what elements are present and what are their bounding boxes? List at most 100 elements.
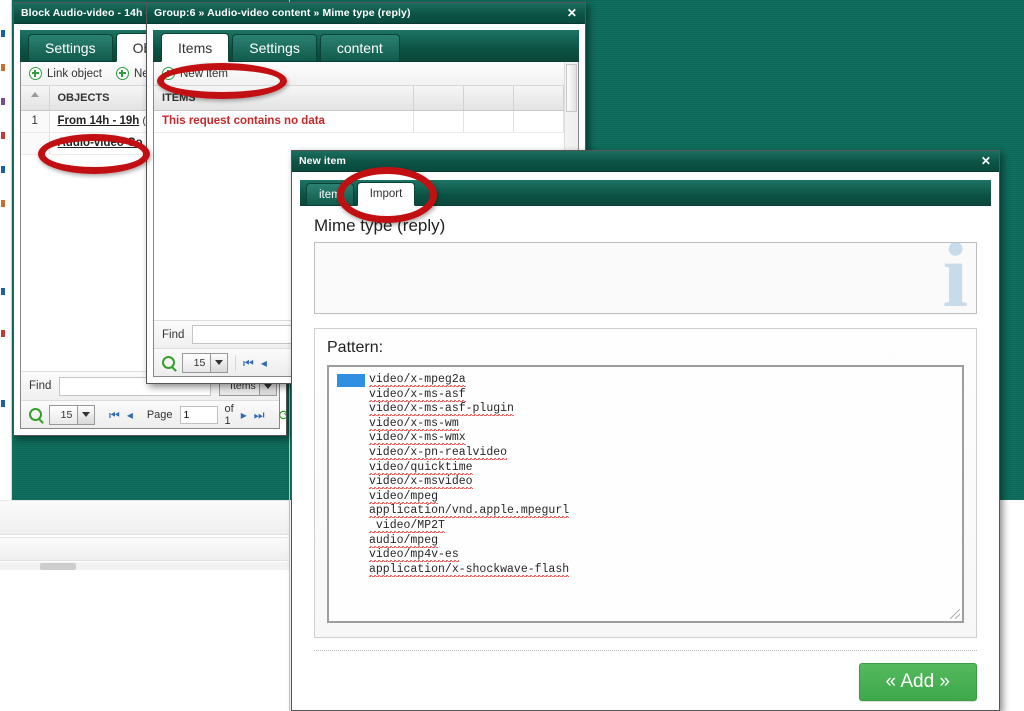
object-link-from-14h-19h[interactable]: From 14h - 19h — [58, 115, 140, 127]
pattern-label: Pattern: — [327, 339, 384, 356]
link-object-label: Link object — [47, 67, 102, 80]
table-row: This request contains no data — [154, 110, 564, 133]
window-group-titlebar[interactable]: Group:6 » Audio-video content » Mime typ… — [147, 3, 585, 24]
last-page-icon[interactable]: ⏭ — [254, 409, 265, 421]
pattern-line-text: video/x-ms-asf — [369, 387, 466, 402]
pattern-line: video/x-ms-wm — [369, 416, 962, 432]
items-grid-empty-cell: This request contains no data — [154, 110, 414, 133]
items-grid: ITEMS This request contains no data — [154, 86, 564, 133]
objects-row-number — [21, 132, 50, 155]
items-grid-col-items[interactable]: ITEMS — [154, 86, 414, 111]
tab-settings[interactable]: Settings — [28, 34, 113, 61]
left-rail-tick-6 — [1, 200, 5, 207]
window-new-item-tabstrip: item Import — [300, 180, 991, 206]
pattern-line: application/x-shockwave-flash — [369, 562, 962, 578]
pattern-line-text: video/mpeg — [369, 489, 439, 504]
tab-item-label: item — [319, 188, 341, 201]
items-grid-header-row: ITEMS — [154, 86, 564, 111]
page-size-select[interactable]: 15 — [49, 404, 95, 425]
first-page-icon[interactable]: ⏮ — [109, 409, 120, 421]
close-icon[interactable]: ✕ — [567, 7, 577, 19]
pattern-textarea[interactable]: video/x-mpeg2a video/x-ms-asf video/x-ms… — [327, 365, 964, 623]
left-rail-tick-8 — [1, 330, 5, 337]
background-hscrollbar[interactable] — [0, 562, 290, 570]
window-new-item-titlebar[interactable]: New item ✕ — [292, 151, 999, 172]
plus-circle-icon — [115, 67, 129, 80]
link-object-button[interactable]: Link object — [29, 67, 102, 80]
window-new-item-form: Mime type (reply) i Pattern: video/x-mpe… — [300, 206, 991, 702]
pattern-line: video/x-mpeg2a — [369, 373, 962, 388]
tab-settings[interactable]: Settings — [232, 34, 317, 61]
page-total-label: of 1 — [224, 402, 234, 427]
page-title: Mime type (reply) — [314, 216, 446, 235]
page-size-value: 15 — [193, 356, 206, 369]
find-label: Find — [162, 328, 185, 341]
pattern-line: application/vnd.apple.mpegurl — [369, 504, 962, 519]
prev-page-icon[interactable]: ◂ — [127, 409, 133, 421]
refresh-icon[interactable]: ⟳ — [279, 408, 286, 422]
close-icon[interactable]: ✕ — [981, 155, 991, 167]
window-new-item[interactable]: New item ✕ item Import Mime type (reply)… — [291, 150, 1000, 711]
next-page-icon[interactable]: ▸ — [241, 409, 247, 421]
pattern-line-text: video/x-mpeg2a — [369, 373, 466, 387]
tab-content-label: content — [336, 40, 383, 56]
plus-circle-icon — [29, 67, 42, 80]
pattern-line: video/x-ms-asf-plugin — [369, 402, 962, 417]
left-rail-tick-4 — [1, 132, 5, 139]
pattern-line-text: application/vnd.apple.mpegurl — [369, 504, 570, 519]
info-icon: i — [942, 242, 968, 314]
new-item-label: New item — [180, 67, 228, 80]
pattern-line-text: video/MP2T — [369, 518, 445, 533]
tab-items-label: Items — [178, 39, 213, 56]
left-rail-tick-9 — [1, 400, 5, 407]
prev-page-icon[interactable]: ◂ — [261, 357, 267, 369]
object-link-audio-video-content[interactable]: Audio-video Co — [58, 137, 143, 149]
search-icon[interactable] — [29, 408, 42, 421]
left-rail-tick-7 — [1, 288, 5, 295]
chevron-down-icon — [77, 405, 94, 424]
search-icon[interactable] — [162, 356, 175, 369]
pattern-line-text: video/mp4v-es — [369, 548, 459, 563]
pattern-line: audio/mpeg — [369, 533, 962, 549]
items-grid-cell — [513, 110, 564, 133]
tab-settings-label: Settings — [45, 40, 96, 56]
items-grid-col-2 — [413, 86, 464, 111]
page-number-input[interactable] — [179, 405, 218, 424]
pattern-fieldset: Pattern: video/x-mpeg2a video/x-ms-asf v… — [314, 328, 977, 638]
find-label: Find — [29, 380, 52, 392]
page-size-value: 15 — [60, 408, 73, 421]
left-rail-tick-1 — [1, 30, 5, 37]
objects-grid-sort-header[interactable] — [21, 86, 50, 111]
first-page-icon[interactable]: ⏮ — [243, 357, 254, 369]
text-selection-highlight — [337, 374, 365, 387]
left-rail-tick-2 — [1, 64, 5, 71]
info-panel: i — [314, 242, 977, 314]
add-button[interactable]: « Add » — [858, 663, 977, 701]
tab-item[interactable]: item — [306, 183, 354, 205]
tab-import[interactable]: Import — [356, 182, 416, 206]
plus-circle-icon — [162, 67, 175, 80]
pattern-line-text: video/x-ms-wm — [369, 416, 459, 431]
pattern-line: video/mpeg — [369, 489, 962, 505]
pattern-line-text: video/x-msvideo — [369, 475, 473, 490]
background-hscrollbar-thumb[interactable] — [40, 563, 76, 570]
pattern-line: video/x-ms-wmx — [369, 431, 962, 446]
window-new-item-title: New item — [299, 155, 346, 167]
items-grid-col-3 — [463, 86, 514, 111]
page-size-select[interactable]: 15 — [182, 352, 228, 373]
tab-items[interactable]: Items — [161, 33, 230, 62]
new-item-button[interactable]: New item — [162, 67, 228, 80]
resize-handle-icon[interactable] — [950, 609, 960, 619]
tab-import-label: Import — [369, 188, 403, 200]
background-toolbar-strip-1 — [0, 500, 290, 535]
pattern-line: video/quicktime — [369, 460, 962, 476]
window-group-title: Group:6 » Audio-video content » Mime typ… — [154, 7, 411, 19]
sort-asc-icon — [30, 92, 39, 97]
items-grid-cell — [463, 110, 514, 133]
pattern-line: video/x-ms-asf — [369, 387, 962, 403]
tab-content[interactable]: content — [319, 34, 400, 61]
window-group-toolbar: New item — [154, 62, 564, 86]
window-new-item-body: item Import Mime type (reply) i Pattern:… — [292, 172, 999, 710]
vertical-scrollbar-thumb[interactable] — [566, 64, 577, 112]
background-toolbar-strip-2 — [0, 537, 290, 561]
